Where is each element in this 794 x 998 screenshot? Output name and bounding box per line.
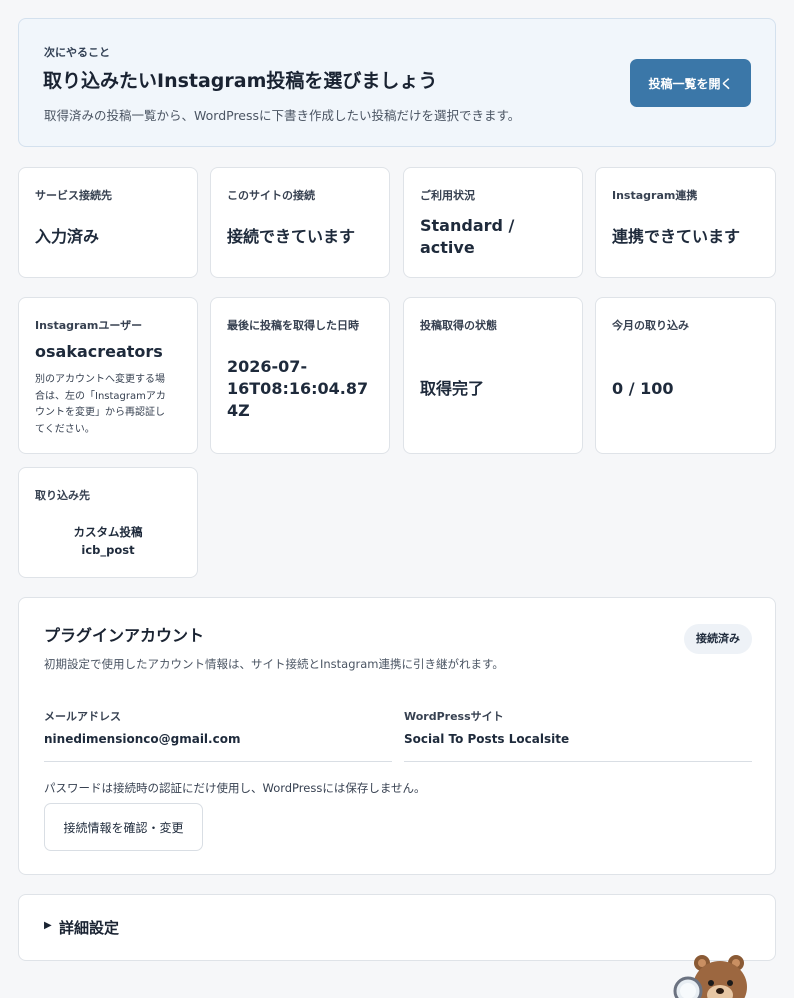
email-field: メールアドレス ninedimensionco@gmail.com <box>44 708 392 762</box>
email-label: メールアドレス <box>44 710 121 723</box>
stat-value-line: icb_post <box>81 543 135 557</box>
next-action-eyebrow: 次にやること <box>44 46 110 59</box>
stat-note-line: 合は、左の「Instagramアカ <box>35 390 166 402</box>
instagram-username: osakacreators <box>35 342 163 361</box>
stat-value: 連携できています <box>612 227 741 246</box>
stat-value: Standard / active <box>420 215 514 259</box>
next-action-card: 次にやること 取り込みたいInstagram投稿を選びましょう 取得済みの投稿一… <box>18 18 776 147</box>
password-note: パスワードは接続時の認証にだけ使用し、WordPressには保存しません。 <box>44 781 426 795</box>
stat-label: サービス接続先 <box>35 189 112 202</box>
stat-card-service-connection: サービス接続先 入力済み <box>18 167 198 278</box>
stat-note-line: 別のアカウントへ変更する場 <box>35 374 165 385</box>
stat-value-line: 4Z <box>227 401 250 420</box>
next-action-title: 取り込みたいInstagram投稿を選びましょう <box>43 70 438 92</box>
status-badge: 接続済み <box>684 624 752 654</box>
stat-label: 投稿取得の状態 <box>420 319 497 332</box>
stat-value-line: カスタム投稿 <box>73 525 143 539</box>
next-action-description: 取得済みの投稿一覧から、WordPressに下書き作成したい投稿だけを選択できま… <box>44 108 521 123</box>
stat-card-instagram-user: Instagramユーザー osakacreators 別のアカウントへ変更する… <box>18 297 198 454</box>
stat-card-fetch-status: 投稿取得の状態 取得完了 <box>403 297 583 454</box>
plugin-account-title: プラグインアカウント <box>44 626 205 645</box>
stat-card-site-connection: このサイトの接続 接続できています <box>210 167 390 278</box>
bear-mascot-icon <box>673 955 747 998</box>
stat-value: 取得完了 <box>420 379 485 398</box>
wordpress-site-label: WordPressサイト <box>404 710 504 723</box>
plugin-account-card: プラグインアカウント 接続済み 初期設定で使用したアカウント情報は、サイト接続と… <box>18 597 776 875</box>
stat-value: 入力済み <box>35 227 100 246</box>
stat-value: 接続できています <box>227 227 356 246</box>
advanced-settings-label: 詳細設定 <box>59 919 120 937</box>
stat-value: カスタム投稿 icb_post <box>19 523 197 559</box>
caret-right-icon: ▶ <box>44 920 52 931</box>
stat-label: Instagramユーザー <box>35 319 143 332</box>
wordpress-site-field: WordPressサイト Social To Posts Localsite <box>404 708 752 762</box>
stat-label: Instagram連携 <box>612 189 698 202</box>
email-value: ninedimensionco@gmail.com <box>44 732 241 746</box>
stat-card-last-fetched: 最後に投稿を取得した日時 2026-07- 16T08:16:04.87 4Z <box>210 297 390 454</box>
stat-label: このサイトの接続 <box>227 189 315 202</box>
stat-card-monthly-import: 今月の取り込み 0 / 100 <box>595 297 776 454</box>
stat-value: 2026-07- 16T08:16:04.87 4Z <box>227 356 368 422</box>
stat-label: 最後に投稿を取得した日時 <box>227 319 359 332</box>
stat-value-line: 16T08:16:04.87 <box>227 379 369 398</box>
stat-note: 別のアカウントへ変更する場 合は、左の「Instagramアカ ウントを変更」か… <box>35 372 185 438</box>
stat-note-line: ウントを変更」から再認証し <box>35 407 165 418</box>
advanced-settings-toggle[interactable]: ▶ 詳細設定 <box>18 894 776 961</box>
stat-value-line: active <box>420 238 475 257</box>
stat-label: ご利用状況 <box>420 189 475 202</box>
stat-value-line: 2026-07- <box>227 357 308 376</box>
stat-note-line: てください。 <box>35 423 95 435</box>
stat-label: 今月の取り込み <box>612 319 689 332</box>
stat-card-usage-status: ご利用状況 Standard / active <box>403 167 583 278</box>
stat-value: 0 / 100 <box>612 379 674 398</box>
stat-value-line: Standard / <box>420 216 515 235</box>
stat-card-instagram-link: Instagram連携 連携できています <box>595 167 776 278</box>
wordpress-site-value: Social To Posts Localsite <box>404 732 570 746</box>
stat-card-import-destination: 取り込み先 カスタム投稿 icb_post <box>18 467 198 578</box>
edit-connection-button[interactable]: 接続情報を確認・変更 <box>44 803 203 851</box>
open-post-list-button[interactable]: 投稿一覧を開く <box>630 59 751 107</box>
stat-label: 取り込み先 <box>35 489 90 502</box>
plugin-account-description: 初期設定で使用したアカウント情報は、サイト接続とInstagram連携に引き継が… <box>44 657 504 671</box>
